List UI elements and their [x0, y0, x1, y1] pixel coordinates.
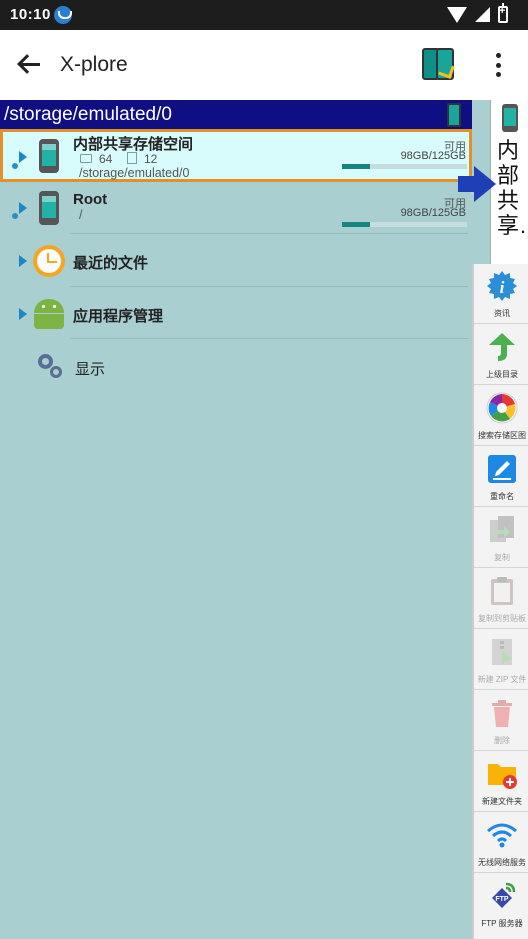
root-path: / [79, 208, 83, 222]
internal-storage-title: 内部共享存储空间 [73, 136, 194, 153]
status-indicators [447, 3, 508, 23]
list-item-recent-files[interactable]: 最近的文件 [0, 234, 472, 287]
rename-icon [488, 455, 516, 483]
copy-icon [490, 516, 514, 542]
action-toolbar: i 资讯 上级目录 搜索存储区图 重命名 复制 复制到剪贴板 新建 ZIP 文件… [472, 264, 528, 939]
toolbar-label: 重命名 [490, 492, 514, 501]
list-item-display[interactable]: 显示 [0, 339, 472, 391]
toolbar-label: 搜索存储区图 [478, 431, 526, 440]
storage-usage-bar [342, 222, 467, 227]
storage-usage-bar [342, 164, 467, 169]
toolbar-label: 上级目录 [486, 370, 518, 379]
other-pane-label: 内部共享… [497, 138, 528, 238]
clipboard-icon [491, 577, 513, 605]
app-manager-title: 应用程序管理 [73, 308, 164, 325]
path-bar[interactable]: /storage/emulated/0 [0, 100, 472, 129]
current-path: /storage/emulated/0 [4, 104, 172, 125]
status-time: 10:10 [10, 6, 51, 23]
toolbar-label: 复制到剪贴板 [478, 614, 526, 623]
app-title: X-plore [60, 53, 128, 76]
tree-dot [12, 213, 18, 219]
toolbar-parent-dir-button[interactable]: 上级目录 [474, 325, 528, 385]
device-icon [447, 103, 461, 127]
app-bar: X-plore [0, 30, 528, 100]
up-arrow-icon [489, 333, 515, 361]
toolbar-label: 资讯 [494, 309, 510, 318]
back-arrow-icon[interactable] [16, 52, 44, 78]
toolbar-delete-button[interactable]: 删除 [474, 691, 528, 751]
new-folder-icon [488, 764, 517, 789]
zip-icon [492, 639, 512, 665]
dual-pane-toggle-icon[interactable] [420, 46, 456, 84]
display-title: 显示 [75, 361, 106, 378]
svg-text:i: i [500, 278, 505, 297]
toolbar-label: 新建 ZIP 文件 [477, 675, 527, 684]
expand-arrow-icon[interactable] [19, 308, 27, 320]
folder-count: 64 [99, 152, 113, 166]
notification-app-icon [54, 6, 72, 24]
file-count-icon [127, 152, 137, 164]
internal-storage-path: /storage/emulated/0 [79, 166, 190, 180]
toolbar-wifi-server-button[interactable]: 无线网络服务 [474, 813, 528, 873]
toolbar-label: 复制 [494, 553, 510, 562]
pane-direction-arrow-icon [458, 166, 496, 202]
overflow-menu-icon[interactable] [494, 53, 502, 77]
settings-gears-icon [38, 354, 64, 380]
free-space: 98GB/125GB [400, 150, 466, 162]
root-title: Root [73, 191, 108, 208]
android-icon [34, 299, 64, 329]
svg-text:FTP: FTP [495, 896, 509, 903]
toolbar-new-zip-button[interactable]: 新建 ZIP 文件 [474, 630, 528, 690]
folder-count-icon [80, 154, 92, 163]
ftp-icon: FTP [492, 882, 516, 908]
toolbar-storage-map-button[interactable]: 搜索存储区图 [474, 386, 528, 446]
wifi-icon [487, 823, 517, 848]
expand-arrow-icon[interactable] [19, 151, 27, 163]
recent-files-title: 最近的文件 [73, 255, 149, 272]
battery-charging-icon [498, 3, 508, 23]
root-device-icon [39, 191, 59, 225]
pie-chart-icon [486, 392, 518, 424]
cell-signal-icon [475, 7, 490, 22]
expand-arrow-icon[interactable] [19, 202, 27, 214]
wifi-signal-icon [447, 6, 467, 23]
toolbar-label: 新建文件夹 [482, 797, 522, 806]
toolbar-rename-button[interactable]: 重命名 [474, 447, 528, 507]
trash-icon [492, 700, 512, 727]
device-icon [502, 104, 518, 132]
toolbar-label: 删除 [494, 736, 510, 745]
list-item-app-manager[interactable]: 应用程序管理 [0, 287, 472, 339]
tree-dot [12, 163, 18, 169]
file-count: 12 [144, 152, 158, 166]
toolbar-label: FTP 服务器 [481, 919, 523, 928]
toolbar-info-button[interactable]: i 资讯 [474, 264, 528, 324]
phone-storage-icon [39, 139, 59, 173]
list-item-internal-storage[interactable]: 内部共享存储空间 64 12 /storage/emulated/0 可用 98… [0, 129, 472, 182]
toolbar-clipboard-button[interactable]: 复制到剪贴板 [474, 569, 528, 629]
expand-arrow-icon[interactable] [19, 255, 27, 267]
toolbar-new-folder-button[interactable]: 新建文件夹 [474, 752, 528, 812]
list-item-root[interactable]: Root / 可用 98GB/125GB [0, 182, 472, 234]
status-bar: 10:10 [0, 0, 528, 30]
toolbar-ftp-server-button[interactable]: FTP FTP 服务器 [474, 874, 528, 934]
toolbar-copy-button[interactable]: 复制 [474, 508, 528, 568]
free-space: 98GB/125GB [400, 207, 466, 219]
toolbar-label: 无线网络服务 [478, 858, 526, 867]
info-icon: i [487, 271, 517, 301]
recent-clock-icon [33, 245, 65, 277]
